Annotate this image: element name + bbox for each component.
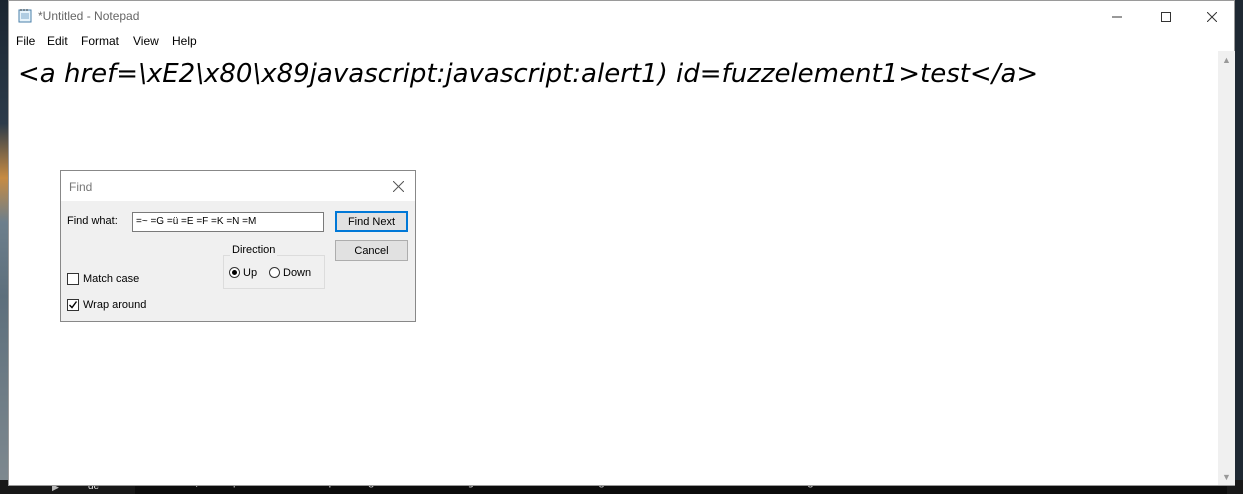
menu-format[interactable]: Format: [81, 34, 119, 48]
direction-down-radio[interactable]: [269, 267, 280, 278]
direction-up-label[interactable]: Up: [243, 267, 257, 279]
window-title: *Untitled - Notepad: [38, 9, 140, 23]
minimize-button[interactable]: [1094, 1, 1140, 32]
find-dialog: Find Find what: =~ =G =ü =E =F =K =N =M …: [60, 170, 416, 322]
desktop-background-right: [1235, 0, 1243, 494]
maximize-button[interactable]: [1143, 1, 1189, 32]
find-dialog-title-bar[interactable]: Find: [61, 171, 415, 201]
wrap-around-checkbox[interactable]: [67, 299, 79, 311]
direction-up-radio[interactable]: [229, 267, 240, 278]
close-icon: [392, 180, 404, 192]
editor-content: <a href=\xE2\x80\x89javascript:javascrip…: [18, 59, 1039, 89]
minimize-icon: [1112, 16, 1122, 17]
wrap-around-label[interactable]: Wrap around: [83, 299, 146, 311]
checkmark-icon: [69, 301, 78, 309]
direction-label: Direction: [230, 244, 278, 256]
find-what-label: Find what:: [67, 215, 118, 227]
close-icon: [1207, 11, 1217, 22]
menu-bar: File Edit Format View Help: [9, 32, 1234, 51]
scroll-up-icon[interactable]: ▲: [1218, 55, 1235, 65]
vertical-scrollbar[interactable]: ▲ ▼: [1218, 51, 1235, 485]
find-what-input[interactable]: =~ =G =ü =E =F =K =N =M: [132, 212, 324, 232]
notepad-icon: [18, 8, 32, 23]
find-dialog-close-button[interactable]: [387, 175, 409, 197]
direction-down-label[interactable]: Down: [283, 267, 311, 279]
menu-help[interactable]: Help: [172, 34, 197, 48]
match-case-checkbox[interactable]: [67, 273, 79, 285]
find-next-button[interactable]: Find Next: [335, 211, 408, 232]
maximize-icon: [1161, 11, 1171, 22]
match-case-label[interactable]: Match case: [83, 273, 139, 285]
find-dialog-title: Find: [69, 180, 93, 194]
scroll-down-icon[interactable]: ▼: [1218, 472, 1235, 482]
menu-edit[interactable]: Edit: [47, 34, 68, 48]
menu-file[interactable]: File: [16, 34, 35, 48]
menu-view[interactable]: View: [133, 34, 159, 48]
cancel-button[interactable]: Cancel: [335, 240, 408, 261]
close-button[interactable]: [1189, 1, 1235, 32]
title-bar[interactable]: *Untitled - Notepad: [9, 1, 1234, 32]
